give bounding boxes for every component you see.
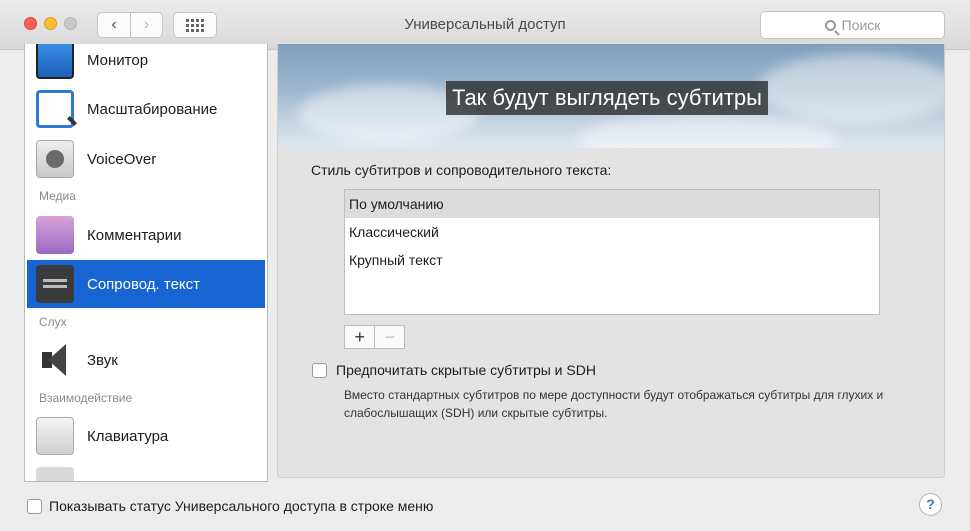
speaker-icon: [36, 341, 74, 379]
captions-icon: [36, 265, 74, 303]
list-item[interactable]: Крупный текст: [345, 246, 879, 274]
voiceover-icon: [36, 140, 74, 178]
list-item[interactable]: Классический: [345, 218, 879, 246]
sidebar-item-label: Сопровод. текст: [87, 275, 201, 293]
search-icon: [824, 19, 836, 31]
sidebar-item-label: Звук: [87, 351, 118, 369]
search-field[interactable]: Поиск: [760, 11, 945, 39]
sidebar-item-keyboard[interactable]: Клавиатура: [27, 412, 265, 460]
status-option: Показывать статус Универсального доступа…: [27, 498, 433, 514]
sidebar-item-voiceover[interactable]: VoiceOver: [27, 135, 265, 183]
sidebar-header-media: Медиа: [39, 189, 76, 203]
style-label: Стиль субтитров и сопроводительного текс…: [311, 162, 612, 178]
menu-status-label[interactable]: Показывать статус Универсального доступа…: [49, 498, 433, 514]
sidebar-item-label: Комментарии: [87, 226, 182, 244]
sidebar-item-label: Монитор: [87, 51, 149, 69]
caption-style-list[interactable]: По умолчанию Классический Крупный текст: [344, 189, 880, 315]
sdh-option: Предпочитать скрытые субтитры и SDH: [312, 362, 596, 378]
caption-preview-text: Так будут выглядеть субтитры: [446, 81, 768, 115]
sidebar-item-partial[interactable]: [27, 462, 265, 481]
partial-icon: [36, 467, 74, 481]
sidebar-item-captions[interactable]: Сопровод. текст: [27, 260, 265, 308]
menu-status-checkbox[interactable]: [27, 498, 42, 514]
sdh-checkbox[interactable]: [312, 362, 327, 378]
sidebar-item-audio[interactable]: Звук: [27, 336, 265, 384]
sidebar-header-interaction: Взаимодействие: [39, 391, 133, 405]
sidebar[interactable]: Монитор Масштабирование VoiceOver Медиа …: [24, 44, 268, 482]
keyboard-icon: [36, 417, 74, 455]
add-remove-control: + −: [344, 325, 405, 349]
sidebar-item-display[interactable]: Монитор: [27, 44, 265, 84]
caption-preview: Так будут выглядеть субтитры: [278, 44, 944, 148]
title-bar: ‹ › Универсальный доступ Поиск: [0, 0, 970, 50]
sdh-description: Вместо стандартных субтитров по мере дос…: [344, 388, 884, 420]
remove-style-button[interactable]: −: [374, 326, 404, 348]
sidebar-item-label: VoiceOver: [87, 150, 157, 168]
comments-icon: [36, 216, 74, 254]
add-style-button[interactable]: +: [345, 326, 374, 348]
sidebar-header-hearing: Слух: [39, 315, 67, 329]
zoom-icon: [36, 90, 74, 128]
search-placeholder: Поиск: [841, 17, 881, 33]
monitor-icon: [36, 44, 74, 79]
sidebar-item-zoom[interactable]: Масштабирование: [27, 85, 265, 133]
sidebar-item-label: Клавиатура: [87, 427, 169, 445]
captions-pane: Так будут выглядеть субтитры Стиль субти…: [277, 44, 945, 478]
sidebar-item-descriptions[interactable]: Комментарии: [27, 211, 265, 259]
sdh-checkbox-label[interactable]: Предпочитать скрытые субтитры и SDH: [336, 362, 596, 378]
list-item[interactable]: По умолчанию: [345, 190, 879, 218]
help-button[interactable]: ?: [919, 493, 942, 516]
sidebar-item-label: Масштабирование: [87, 100, 218, 118]
